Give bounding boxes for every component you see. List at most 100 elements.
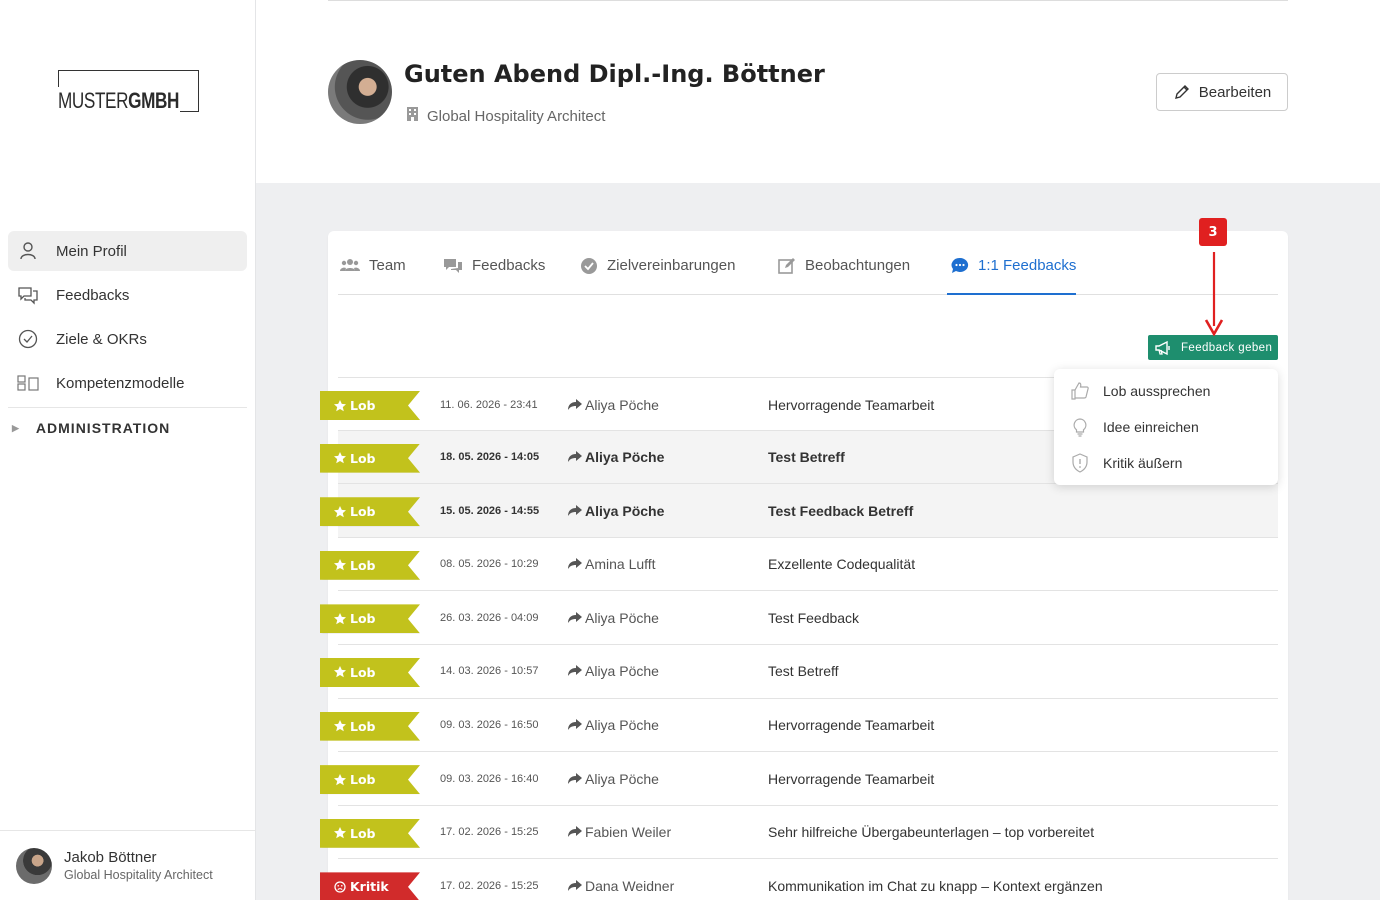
sidebar-item-administration[interactable]: ▶ ADMINISTRATION xyxy=(8,408,247,448)
row-date: 18. 05. 2026 - 14:05 xyxy=(440,451,540,464)
lob-badge: Lob xyxy=(320,550,420,580)
feedback-geben-button[interactable]: Feedback geben xyxy=(1148,335,1278,360)
sidebar-item-label: Kompetenzmodelle xyxy=(56,374,185,392)
row-sender: Aliya Pöche xyxy=(568,591,659,644)
row-sender-name: Aliya Pöche xyxy=(585,717,659,734)
star-icon xyxy=(334,720,346,732)
row-date: 26. 03. 2026 - 04:09 xyxy=(440,611,539,624)
table-row[interactable]: Lob 17. 02. 2026 - 15:25 Fabien Weiler Sehr… xyxy=(320,806,1278,860)
page-title: Guten Abend Dipl.-Ing. Böttner xyxy=(404,60,825,88)
row-sender-name: Aliya Pöche xyxy=(585,609,659,626)
row-sender-name: Fabien Weiler xyxy=(585,824,672,841)
profile-avatar xyxy=(328,60,392,124)
share-arrow-icon xyxy=(568,504,582,516)
lob-badge: Lob xyxy=(320,391,420,420)
table-row[interactable]: Lob 09. 03. 2026 - 16:50 Aliya Pöche Hervor… xyxy=(320,699,1278,753)
star-icon xyxy=(334,827,346,839)
grid-icon xyxy=(16,371,40,395)
row-date: 15. 05. 2026 - 14:55 xyxy=(440,504,540,517)
tab-1-1-feedbacks[interactable]: 1:1 Feedbacks xyxy=(947,253,1077,295)
menu-item-label: Idee einreichen xyxy=(1103,419,1199,435)
row-sender-name: Aliya Pöche xyxy=(585,502,665,519)
edit-button[interactable]: Bearbeiten xyxy=(1156,73,1288,111)
share-arrow-icon xyxy=(568,826,582,838)
profile-role-text: Global Hospitality Architect xyxy=(427,107,606,125)
lob-badge: Lob xyxy=(320,604,420,634)
row-sender-name: Dana Weidner xyxy=(585,877,675,894)
row-subject: Hervorragende Teamarbeit xyxy=(768,717,935,734)
sidebar-item-kompetenzmodelle[interactable]: Kompetenzmodelle xyxy=(8,363,247,403)
sidebar-item-feedbacks[interactable]: Feedbacks xyxy=(8,275,247,315)
edit-button-label: Bearbeiten xyxy=(1198,83,1272,101)
menu-item-idee-einreichen[interactable]: Idee einreichen xyxy=(1054,409,1278,445)
row-subject: Kommunikation im Chat zu knapp – Kontext… xyxy=(768,877,1103,894)
star-icon xyxy=(334,399,346,411)
sidebar-item-ziele-okrs[interactable]: Ziele & OKRs xyxy=(8,319,247,359)
table-row[interactable]: Lob 14. 03. 2026 - 10:57 Aliya Pöche Test B… xyxy=(320,645,1278,699)
row-sender: Aliya Pöche xyxy=(568,484,664,537)
admin-label: ADMINISTRATION xyxy=(35,420,171,436)
check-circle-icon xyxy=(16,327,40,351)
logo-text: MUSTERGMBH xyxy=(58,88,179,113)
share-arrow-icon xyxy=(568,558,582,570)
sidebar-item-label: Feedbacks xyxy=(56,286,130,304)
user-icon xyxy=(16,239,40,263)
tab-label: Beobachtungen xyxy=(805,257,911,274)
row-subject: Test Feedback xyxy=(768,609,860,626)
tab-zielvereinbarungen[interactable]: Zielvereinbarungen xyxy=(580,253,735,295)
megaphone-icon xyxy=(1155,340,1170,355)
share-arrow-icon xyxy=(568,665,582,677)
lob-badge: Lob xyxy=(320,443,420,473)
badge-label: Lob xyxy=(350,772,376,788)
menu-item-label: Lob aussprechen xyxy=(1103,383,1211,399)
company-logo[interactable]: MUSTERGMBH xyxy=(58,70,200,113)
current-user[interactable]: Jakob Böttner Global Hospitality Archite… xyxy=(0,830,255,900)
tab-team[interactable]: Team xyxy=(340,253,406,295)
chat-icon xyxy=(16,283,40,307)
feedback-geben-label: Feedback geben xyxy=(1181,341,1273,354)
edit-icon xyxy=(778,258,795,274)
menu-item-lob-aussprechen[interactable]: Lob aussprechen xyxy=(1054,373,1278,409)
tab-label: Feedbacks xyxy=(472,257,546,274)
row-sender-name: Aliya Pöche xyxy=(585,663,659,680)
badge-label: Kritik xyxy=(350,879,389,895)
table-row[interactable]: Lob 15. 05. 2026 - 14:55 Aliya Pöche Test F… xyxy=(320,484,1278,538)
tab-beobachtungen[interactable]: Beobachtungen xyxy=(778,253,910,295)
profile-role: Global Hospitality Architect xyxy=(406,106,605,126)
row-subject: Test Betreff xyxy=(768,663,839,680)
table-row[interactable]: Kritik 17. 02. 2026 - 15:25 Dana Weidner Ko… xyxy=(320,859,1278,900)
row-date: 17. 02. 2026 - 15:25 xyxy=(440,826,539,839)
menu-item-kritik-aeussern[interactable]: Kritik äußern xyxy=(1054,445,1278,481)
row-sender: Fabien Weiler xyxy=(568,806,671,859)
table-row[interactable]: Lob 09. 03. 2026 - 16:40 Aliya Pöche Hervor… xyxy=(320,752,1278,806)
badge-label: Lob xyxy=(350,664,376,680)
share-arrow-icon xyxy=(568,772,582,784)
star-icon xyxy=(334,666,346,678)
header-divider xyxy=(328,0,1288,1)
lob-badge: Lob xyxy=(320,818,420,848)
badge-label: Lob xyxy=(350,504,376,520)
row-sender: Aliya Pöche xyxy=(568,752,659,805)
feedback-type-menu: Lob aussprechen Idee einreichen Kritik ä… xyxy=(1054,369,1278,485)
row-date: 14. 03. 2026 - 10:57 xyxy=(440,665,539,678)
row-subject: Hervorragende Teamarbeit xyxy=(768,396,935,413)
comments-icon xyxy=(444,259,462,273)
table-row[interactable]: Lob 26. 03. 2026 - 04:09 Aliya Pöche Test F… xyxy=(320,591,1278,645)
tab-feedbacks[interactable]: Feedbacks xyxy=(443,253,545,295)
tab-bar: Team Feedbacks Zielvereinbarungen Beobac… xyxy=(338,253,1278,295)
caret-right-icon: ▶ xyxy=(12,422,20,433)
share-arrow-icon xyxy=(568,719,582,731)
row-subject: Hervorragende Teamarbeit xyxy=(768,770,935,787)
user-role: Global Hospitality Architect xyxy=(64,868,213,882)
tab-label: 1:1 Feedbacks xyxy=(978,257,1077,274)
row-sender: Aliya Pöche xyxy=(568,645,659,698)
row-date: 08. 05. 2026 - 10:29 xyxy=(440,558,539,571)
building-icon xyxy=(406,106,419,126)
pencil-icon xyxy=(1174,85,1189,99)
table-row[interactable]: Lob 08. 05. 2026 - 10:29 Amina Lufft Exzell… xyxy=(320,538,1278,592)
sidebar-item-mein-profil[interactable]: Mein Profil xyxy=(8,231,247,271)
sidebar-item-label: Ziele & OKRs xyxy=(56,330,147,348)
sidebar: MUSTERGMBH Mein Profil Feedbacks Ziele &… xyxy=(0,0,256,900)
row-sender-name: Aliya Pöche xyxy=(585,770,659,787)
row-subject: Sehr hilfreiche Übergabeunterlagen – top… xyxy=(768,824,1095,841)
